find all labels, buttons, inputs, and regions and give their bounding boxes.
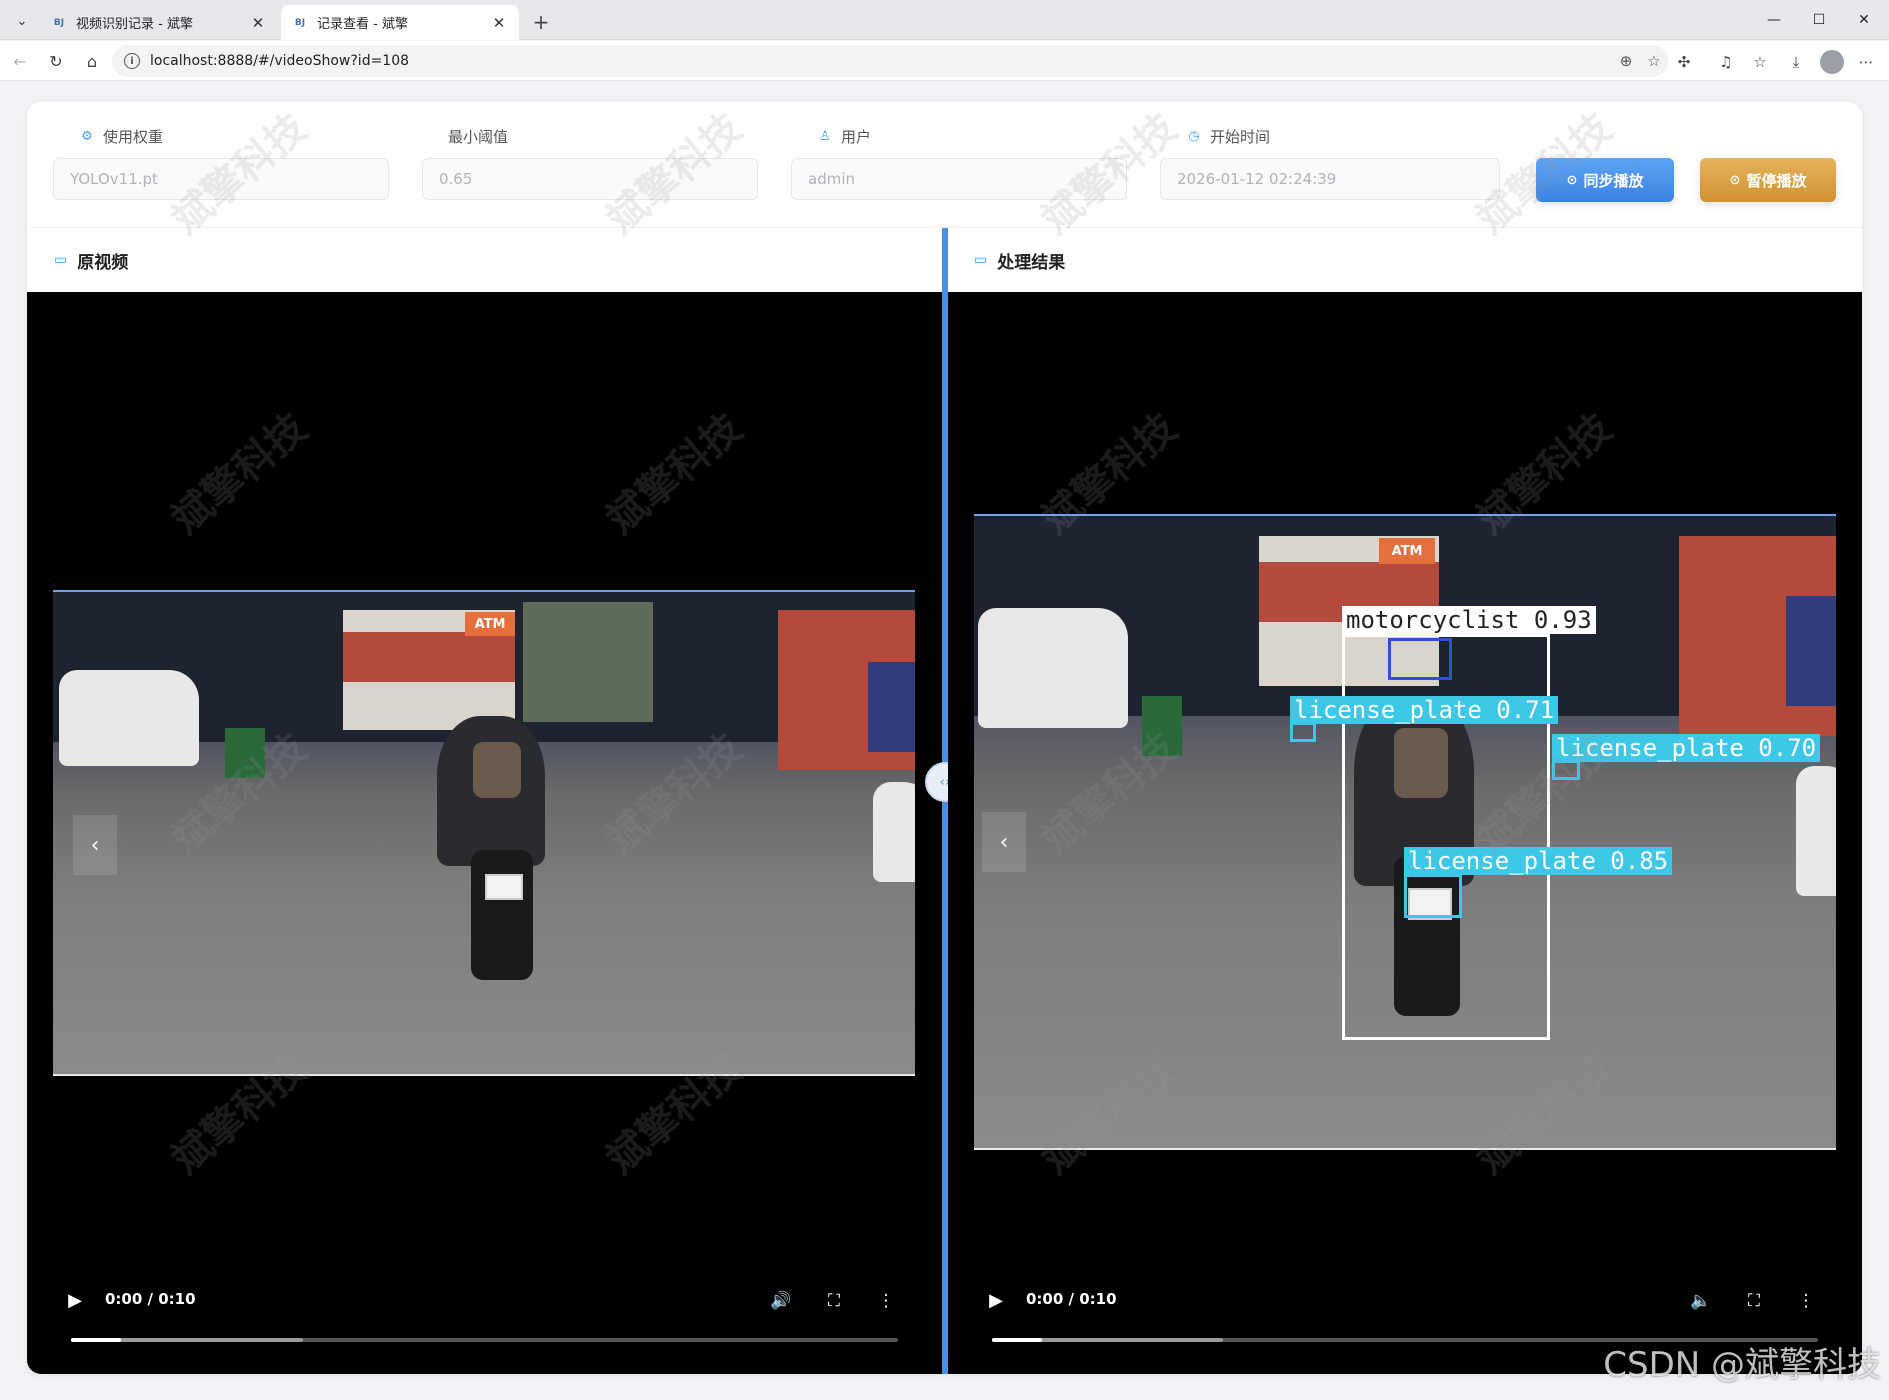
threshold-field: 最小阈值 0.65 bbox=[422, 124, 774, 200]
close-icon[interactable]: ✕ bbox=[489, 14, 509, 32]
fullscreen-icon[interactable]: ⛶ bbox=[821, 1288, 847, 1314]
played-bar bbox=[992, 1338, 1042, 1342]
play-icon[interactable]: ▶ bbox=[63, 1288, 87, 1312]
download-icon[interactable]: ⤓ bbox=[1782, 48, 1810, 76]
extensions-icon[interactable]: ✣ bbox=[1670, 48, 1698, 76]
maximize-icon[interactable]: ☐ bbox=[1799, 6, 1839, 34]
tab-title: 记录查看 - 斌擎 bbox=[317, 17, 408, 32]
gear-icon: ⚙ bbox=[81, 128, 93, 144]
video-icon: ▭ bbox=[54, 252, 68, 268]
time-display: 0:00 / 0:10 bbox=[105, 1290, 196, 1308]
fullscreen-icon[interactable]: ⛶ bbox=[1741, 1288, 1767, 1314]
motorcycle bbox=[471, 850, 533, 980]
browser-toolbar: ← ↻ ⌂ i localhost:8888/#/videoShow?id=10… bbox=[0, 41, 1889, 81]
favicon: BJ bbox=[53, 17, 65, 28]
result-video-frame: ATM motorcyclist 0.93 license_plate 0.71… bbox=[974, 514, 1836, 1150]
home-icon[interactable]: ⌂ bbox=[78, 47, 106, 75]
minimize-icon[interactable]: — bbox=[1754, 6, 1794, 34]
csdn-credit: CSDN @斌擎科技 bbox=[1603, 1345, 1881, 1385]
weight-field: ⚙ 使用权重 YOLOv11.pt bbox=[53, 124, 405, 200]
detection-label-motorcyclist: motorcyclist 0.93 bbox=[1342, 606, 1596, 634]
threshold-input[interactable]: 0.65 bbox=[422, 158, 758, 200]
sync-play-button[interactable]: ⊙ 同步播放 bbox=[1536, 158, 1674, 202]
monitor-icon: ▭ bbox=[974, 252, 988, 268]
tab-title: 视频识别记录 - 斌擎 bbox=[76, 17, 193, 32]
detection-label-plate-3: license_plate 0.85 bbox=[1404, 847, 1673, 875]
browser-tabstrip: ⌄ BJ 视频识别记录 - 斌擎 ✕ BJ 记录查看 - 斌擎 ✕ + — ☐ … bbox=[0, 0, 1889, 40]
original-video-controls: ▶ 0:00 / 0:10 🔊 ⛶ ⋮ bbox=[27, 1264, 942, 1374]
collections-icon[interactable]: ☆ bbox=[1746, 48, 1774, 76]
back-arrow-icon[interactable]: ← bbox=[6, 47, 34, 75]
pause-play-button[interactable]: ⊙ 暂停播放 bbox=[1700, 158, 1836, 202]
more-options-icon[interactable]: ⋮ bbox=[873, 1288, 899, 1314]
original-video-player[interactable]: ATM ‹ ▶ 0:00 / 0:10 🔊 ⛶ ⋮ bbox=[27, 292, 942, 1374]
more-menu-icon[interactable]: ⋯ bbox=[1852, 48, 1880, 76]
original-video-title: 原视频 bbox=[77, 252, 129, 273]
parked-car bbox=[978, 608, 1128, 728]
user-input[interactable]: admin bbox=[791, 158, 1127, 200]
detection-box-plate-1 bbox=[1290, 722, 1316, 742]
reload-icon[interactable]: ↻ bbox=[42, 47, 70, 75]
user-label: 用户 bbox=[841, 127, 872, 146]
media-icon[interactable]: ♫ bbox=[1712, 48, 1740, 76]
user-icon: ♙ bbox=[819, 128, 831, 144]
profile-avatar[interactable] bbox=[1820, 50, 1844, 74]
original-video-frame: ATM bbox=[53, 590, 915, 1076]
license-plate bbox=[485, 874, 523, 900]
close-icon[interactable]: ✕ bbox=[248, 14, 268, 32]
start-time-field: ◷ 开始时间 2026-01-12 02:24:39 bbox=[1160, 124, 1512, 200]
address-bar[interactable]: i localhost:8888/#/videoShow?id=108 ⊕ ☆ bbox=[112, 45, 1668, 77]
played-bar bbox=[71, 1338, 121, 1342]
tab-record-view[interactable]: BJ 记录查看 - 斌擎 ✕ bbox=[281, 5, 519, 40]
progress-bar[interactable] bbox=[71, 1338, 898, 1342]
pause-circle-icon: ⊙ bbox=[1729, 172, 1741, 188]
play-icon[interactable]: ▶ bbox=[984, 1288, 1008, 1312]
detection-box-plate-3 bbox=[1404, 874, 1462, 918]
start-time-label: 开始时间 bbox=[1210, 127, 1271, 146]
url-text: localhost:8888/#/videoShow?id=108 bbox=[150, 53, 410, 69]
record-info-row: ⚙ 使用权重 YOLOv11.pt 最小阈值 0.65 ♙ 用户 admin ◷ 开始… bbox=[27, 102, 1862, 228]
prev-chevron-icon[interactable]: ‹ bbox=[982, 812, 1026, 872]
volume-muted-icon[interactable]: 🔈 bbox=[1688, 1288, 1714, 1314]
atm-sign: ATM bbox=[465, 612, 515, 636]
favorite-star-icon[interactable]: ☆ bbox=[1640, 52, 1668, 70]
atm-sign: ATM bbox=[1379, 538, 1435, 564]
weight-input[interactable]: YOLOv11.pt bbox=[53, 158, 389, 200]
start-time-input[interactable]: 2026-01-12 02:24:39 bbox=[1160, 158, 1500, 200]
zoom-icon[interactable]: ⊕ bbox=[1612, 52, 1640, 70]
weight-label: 使用权重 bbox=[103, 127, 164, 146]
detection-box-helmet bbox=[1388, 638, 1452, 680]
volume-icon[interactable]: 🔊 bbox=[768, 1288, 794, 1314]
time-display: 0:00 / 0:10 bbox=[1026, 1290, 1117, 1308]
detection-label-plate-1: license_plate 0.71 bbox=[1290, 696, 1559, 724]
site-info-icon[interactable]: i bbox=[124, 53, 140, 69]
parked-car bbox=[59, 670, 199, 766]
clock-icon: ◷ bbox=[1188, 128, 1200, 144]
play-circle-icon: ⊙ bbox=[1566, 172, 1578, 188]
threshold-label: 最小阈值 bbox=[448, 127, 509, 146]
detection-label-plate-2: license_plate 0.70 bbox=[1552, 734, 1821, 762]
user-field: ♙ 用户 admin bbox=[791, 124, 1143, 200]
record-card: ⚙ 使用权重 YOLOv11.pt 最小阈值 0.65 ♙ 用户 admin ◷ 开始… bbox=[27, 102, 1862, 1374]
detection-box-motorcyclist bbox=[1342, 634, 1550, 1040]
prev-chevron-icon[interactable]: ‹ bbox=[73, 815, 117, 875]
tab-video-records[interactable]: BJ 视频识别记录 - 斌擎 ✕ bbox=[40, 5, 278, 40]
detection-box-plate-2 bbox=[1552, 760, 1580, 780]
new-tab-plus-icon[interactable]: + bbox=[528, 9, 554, 35]
tab-search-chevron-icon[interactable]: ⌄ bbox=[8, 8, 36, 34]
close-window-icon[interactable]: ✕ bbox=[1844, 6, 1884, 34]
more-options-icon[interactable]: ⋮ bbox=[1793, 1288, 1819, 1314]
result-video-title: 处理结果 bbox=[997, 252, 1066, 273]
result-video-header: ▭ 处理结果 bbox=[974, 228, 1065, 292]
favicon: BJ bbox=[294, 17, 306, 28]
original-video-header: ▭ 原视频 bbox=[54, 228, 128, 292]
page-viewport: ⚙ 使用权重 YOLOv11.pt 最小阈值 0.65 ♙ 用户 admin ◷ 开始… bbox=[0, 82, 1889, 1400]
result-video-player[interactable]: ATM motorcyclist 0.93 license_plate 0.71… bbox=[948, 292, 1862, 1374]
